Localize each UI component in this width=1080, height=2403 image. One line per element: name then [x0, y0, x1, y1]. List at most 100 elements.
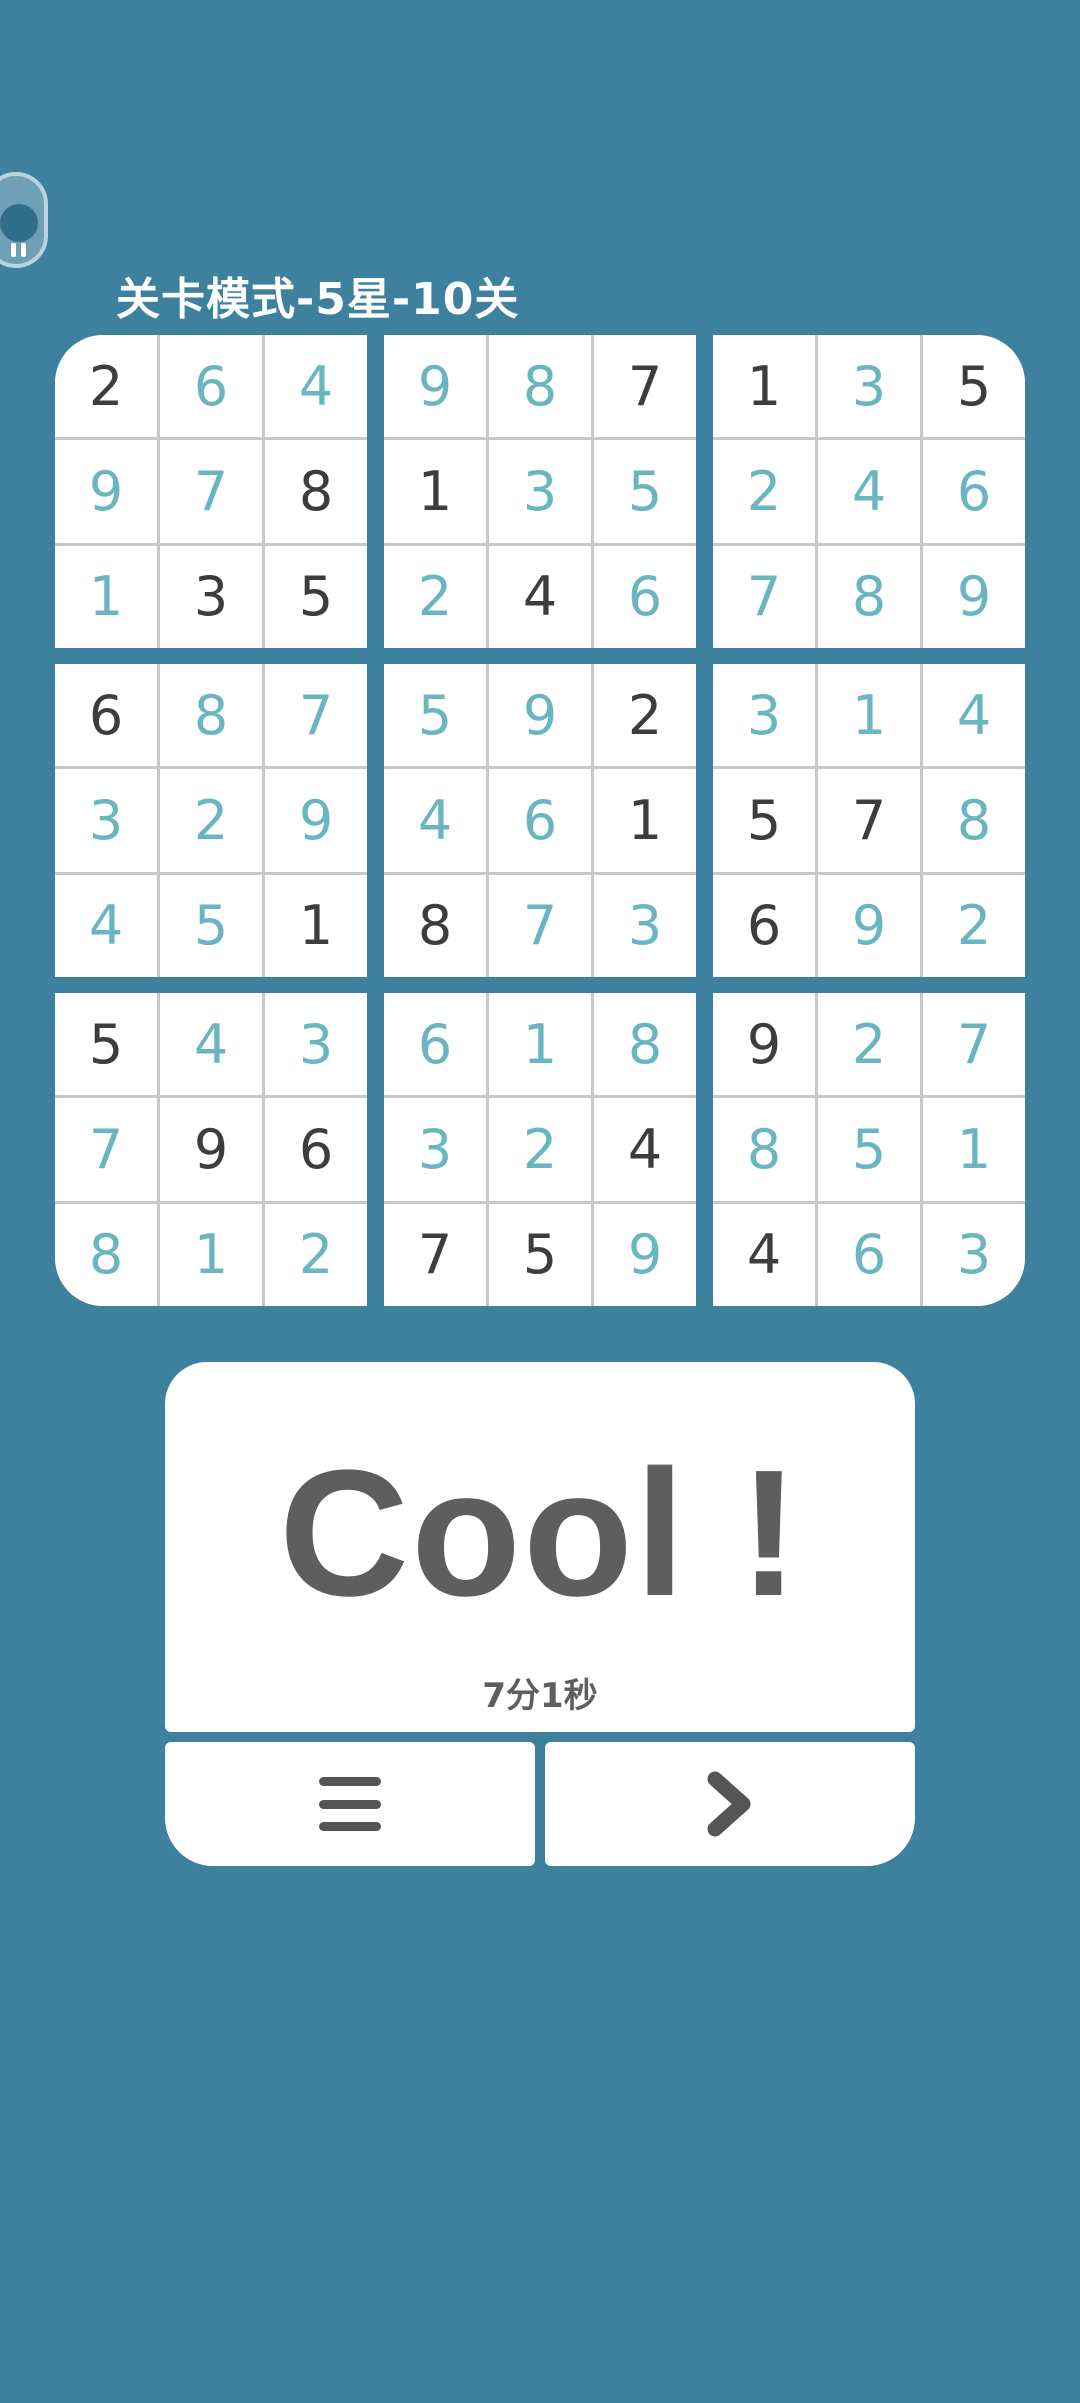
sudoku-cell[interactable]: 8	[160, 664, 262, 767]
result-headline: Cool !	[279, 1433, 801, 1634]
sudoku-cell[interactable]: 1	[713, 335, 815, 438]
sudoku-cell[interactable]: 4	[923, 664, 1025, 767]
sudoku-cell[interactable]: 3	[818, 335, 920, 438]
chevron-right-icon	[707, 1771, 751, 1837]
sudoku-cell[interactable]: 2	[594, 664, 696, 767]
sudoku-cell[interactable]: 9	[818, 874, 920, 977]
sudoku-cell[interactable]: 1	[160, 1203, 262, 1306]
sudoku-cell[interactable]: 1	[818, 664, 920, 767]
sudoku-cell[interactable]: 7	[489, 874, 591, 977]
sudoku-cell[interactable]: 3	[265, 993, 367, 1096]
sudoku-cell[interactable]: 8	[489, 335, 591, 438]
sudoku-cell[interactable]: 8	[594, 993, 696, 1096]
sudoku-cell[interactable]: 7	[713, 545, 815, 648]
next-level-button[interactable]	[545, 1742, 915, 1866]
sudoku-cell[interactable]: 2	[818, 993, 920, 1096]
elapsed-time: 7分1秒	[482, 1676, 598, 1716]
sudoku-cell[interactable]: 4	[713, 1203, 815, 1306]
sudoku-cell[interactable]: 3	[713, 664, 815, 767]
sudoku-cell[interactable]: 1	[384, 440, 486, 543]
sudoku-cell[interactable]: 7	[160, 440, 262, 543]
sudoku-box: 987 135 246	[384, 335, 696, 648]
menu-button[interactable]	[165, 1742, 535, 1866]
sudoku-cell[interactable]: 9	[594, 1203, 696, 1306]
sudoku-cell[interactable]: 4	[489, 545, 591, 648]
sudoku-cell[interactable]: 3	[55, 769, 157, 872]
sudoku-cell[interactable]: 1	[55, 545, 157, 648]
sudoku-cell[interactable]: 3	[160, 545, 262, 648]
sudoku-cell[interactable]: 4	[160, 993, 262, 1096]
sudoku-cell[interactable]: 6	[489, 769, 591, 872]
sudoku-cell[interactable]: 2	[489, 1098, 591, 1201]
sudoku-cell[interactable]: 1	[594, 769, 696, 872]
sudoku-cell[interactable]: 1	[489, 993, 591, 1096]
sudoku-cell[interactable]: 7	[594, 335, 696, 438]
sudoku-cell[interactable]: 2	[713, 440, 815, 543]
sudoku-cell[interactable]: 9	[265, 769, 367, 872]
sudoku-cell[interactable]: 4	[384, 769, 486, 872]
sudoku-box: 135 246 789	[713, 335, 1025, 648]
level-title: 关卡模式-5星-10关	[116, 274, 520, 325]
sudoku-cell[interactable]: 4	[594, 1098, 696, 1201]
sudoku-cell[interactable]: 6	[923, 440, 1025, 543]
sudoku-cell[interactable]: 6	[818, 1203, 920, 1306]
sudoku-cell[interactable]: 4	[55, 874, 157, 977]
sudoku-cell[interactable]: 5	[160, 874, 262, 977]
sudoku-cell[interactable]: 9	[489, 664, 591, 767]
sudoku-cell[interactable]: 7	[55, 1098, 157, 1201]
sudoku-cell[interactable]: 5	[489, 1203, 591, 1306]
sudoku-cell[interactable]: 3	[384, 1098, 486, 1201]
sudoku-cell[interactable]: 7	[923, 993, 1025, 1096]
sudoku-cell[interactable]: 6	[55, 664, 157, 767]
menu-icon	[319, 1777, 381, 1831]
sudoku-cell[interactable]: 6	[713, 874, 815, 977]
sudoku-cell[interactable]: 4	[818, 440, 920, 543]
sudoku-board: 2649781359871352461352467896873294515924…	[55, 335, 1025, 1306]
sudoku-cell[interactable]: 8	[384, 874, 486, 977]
sudoku-cell[interactable]: 2	[160, 769, 262, 872]
sudoku-cell[interactable]: 7	[384, 1203, 486, 1306]
sudoku-cell[interactable]: 5	[55, 993, 157, 1096]
floating-assistant-button[interactable]	[0, 172, 48, 268]
sudoku-cell[interactable]: 1	[265, 874, 367, 977]
sudoku-cell[interactable]: 5	[923, 335, 1025, 438]
sudoku-cell[interactable]: 6	[265, 1098, 367, 1201]
sudoku-cell[interactable]: 2	[265, 1203, 367, 1306]
sudoku-cell[interactable]: 5	[594, 440, 696, 543]
sudoku-cell[interactable]: 5	[713, 769, 815, 872]
sudoku-cell[interactable]: 9	[923, 545, 1025, 648]
sudoku-cell[interactable]: 9	[713, 993, 815, 1096]
sudoku-cell[interactable]: 9	[55, 440, 157, 543]
sudoku-box: 314 578 692	[713, 664, 1025, 977]
sudoku-cell[interactable]: 2	[55, 335, 157, 438]
sudoku-cell[interactable]: 2	[384, 545, 486, 648]
sudoku-cell[interactable]: 3	[923, 1203, 1025, 1306]
sudoku-cell[interactable]: 9	[384, 335, 486, 438]
sudoku-cell[interactable]: 8	[923, 769, 1025, 872]
sudoku-box: 592 461 873	[384, 664, 696, 977]
sudoku-cell[interactable]: 4	[265, 335, 367, 438]
sudoku-cell[interactable]: 2	[923, 874, 1025, 977]
sudoku-box: 927 851 463	[713, 993, 1025, 1306]
sudoku-cell[interactable]: 8	[265, 440, 367, 543]
sudoku-box: 264 978 135	[55, 335, 367, 648]
sudoku-cell[interactable]: 8	[713, 1098, 815, 1201]
sudoku-cell[interactable]: 8	[818, 545, 920, 648]
sudoku-cell[interactable]: 6	[594, 545, 696, 648]
sudoku-cell[interactable]: 1	[923, 1098, 1025, 1201]
sudoku-cell[interactable]: 3	[594, 874, 696, 977]
sudoku-cell[interactable]: 8	[55, 1203, 157, 1306]
sudoku-cell[interactable]: 5	[265, 545, 367, 648]
sudoku-box: 687 329 451	[55, 664, 367, 977]
sudoku-cell[interactable]: 6	[384, 993, 486, 1096]
sudoku-cell[interactable]: 5	[384, 664, 486, 767]
sudoku-cell[interactable]: 7	[818, 769, 920, 872]
sudoku-cell[interactable]: 3	[489, 440, 591, 543]
sudoku-cell[interactable]: 9	[160, 1098, 262, 1201]
sudoku-cell[interactable]: 5	[818, 1098, 920, 1201]
sudoku-box: 618 324 759	[384, 993, 696, 1306]
sudoku-cell[interactable]: 7	[265, 664, 367, 767]
result-card: Cool ! 7分1秒	[165, 1362, 915, 1732]
sudoku-box: 543 796 812	[55, 993, 367, 1306]
sudoku-cell[interactable]: 6	[160, 335, 262, 438]
